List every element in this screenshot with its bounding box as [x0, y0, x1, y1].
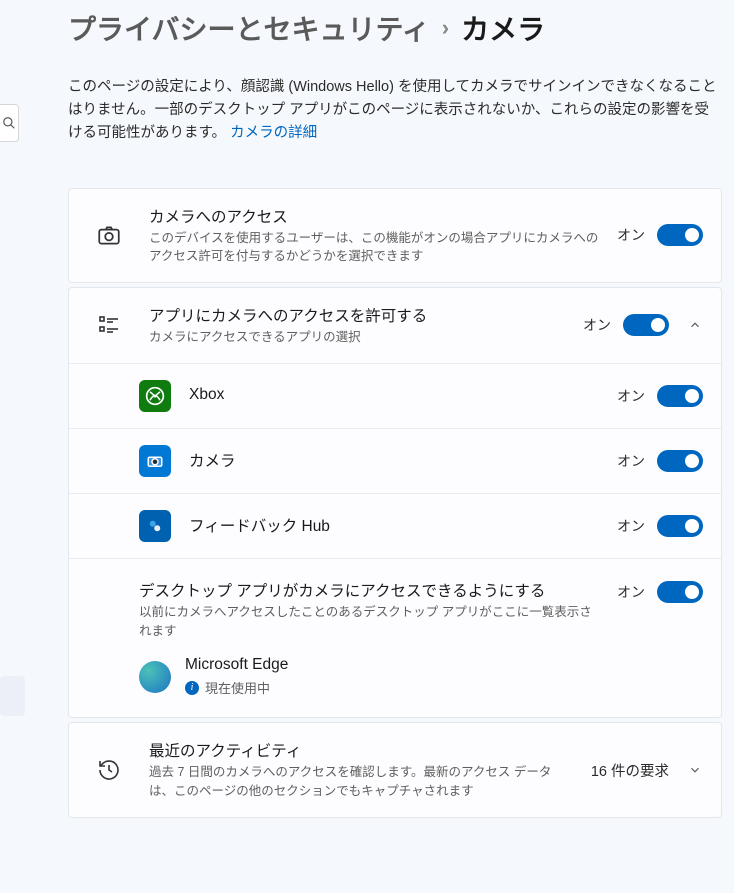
chevron-down-icon[interactable] [687, 762, 703, 778]
xbox-label: Xbox [189, 386, 599, 404]
row-camera-access: カメラへのアクセス このデバイスを使用するユーザーは、この機能がオンの場合アプリ… [69, 189, 721, 283]
camera-app-state: オン [617, 451, 645, 471]
info-icon: i [185, 681, 199, 695]
side-placeholder [0, 676, 25, 716]
apps-access-subtitle: カメラにアクセスできるアプリの選択 [149, 328, 565, 347]
edge-status: i 現在使用中 [185, 678, 288, 697]
card-recent-activity: 最近のアクティビティ 過去 7 日間のカメラへのアクセスを確認します。最新のアク… [68, 722, 722, 818]
xbox-state: オン [617, 386, 645, 406]
edge-icon [139, 661, 171, 693]
row-app-xbox: Xbox オン [69, 363, 721, 428]
recent-subtitle: 過去 7 日間のカメラへのアクセスを確認します。最新のアクセス データは、このペ… [149, 763, 573, 801]
learn-more-link[interactable]: カメラの詳細 [230, 125, 317, 141]
card-camera-access: カメラへのアクセス このデバイスを使用するユーザーは、この機能がオンの場合アプリ… [68, 188, 722, 284]
camera-access-title: カメラへのアクセス [149, 205, 599, 227]
breadcrumb-separator: › [442, 15, 449, 41]
camera-icon [95, 221, 123, 249]
camera-access-subtitle: このデバイスを使用するユーザーは、この機能がオンの場合アプリにカメラへのアクセス… [149, 229, 599, 267]
breadcrumb-current: カメラ [461, 8, 545, 48]
edge-label: Microsoft Edge [185, 656, 288, 674]
card-apps-access: アプリにカメラへのアクセスを許可する カメラにアクセスできるアプリの選択 オン … [68, 287, 722, 718]
desktop-apps-title: デスクトップ アプリがカメラにアクセスできるようにする [139, 579, 599, 601]
feedback-toggle[interactable] [657, 515, 703, 537]
history-icon [95, 756, 123, 784]
xbox-toggle[interactable] [657, 385, 703, 407]
row-apps-access[interactable]: アプリにカメラへのアクセスを許可する カメラにアクセスできるアプリの選択 オン [69, 288, 721, 363]
camera-app-label: カメラ [189, 449, 599, 471]
chevron-up-icon[interactable] [687, 317, 703, 333]
breadcrumb: プライバシーとセキュリティ › カメラ [68, 8, 722, 48]
breadcrumb-parent[interactable]: プライバシーとセキュリティ [68, 8, 430, 48]
camera-access-state: オン [617, 225, 645, 245]
apps-access-toggle[interactable] [623, 314, 669, 336]
recent-count: 16 件の要求 [591, 760, 669, 781]
search-chip[interactable] [0, 104, 19, 142]
row-desktop-apps: デスクトップ アプリがカメラにアクセスできるようにする 以前にカメラへアクセスし… [69, 558, 721, 645]
desktop-apps-toggle[interactable] [657, 581, 703, 603]
recent-title: 最近のアクティビティ [149, 739, 573, 761]
row-app-edge: Microsoft Edge i 現在使用中 [69, 644, 721, 717]
apps-access-state: オン [583, 315, 611, 335]
desktop-apps-state: オン [617, 582, 645, 602]
page-description: このページの設定により、顔認識 (Windows Hello) を使用してカメラ… [68, 76, 722, 146]
camera-app-toggle[interactable] [657, 450, 703, 472]
desktop-apps-subtitle: 以前にカメラへアクセスしたことのあるデスクトップ アプリがここに一覧表示されます [139, 603, 599, 641]
feedback-hub-icon [139, 510, 171, 542]
feedback-label: フィードバック Hub [189, 514, 599, 536]
xbox-icon [139, 380, 171, 412]
apps-list-icon [95, 311, 123, 339]
apps-access-title: アプリにカメラへのアクセスを許可する [149, 304, 565, 326]
row-app-camera: カメラ オン [69, 428, 721, 493]
feedback-state: オン [617, 516, 645, 536]
camera-app-icon [139, 445, 171, 477]
camera-access-toggle[interactable] [657, 224, 703, 246]
search-icon [2, 116, 16, 130]
row-recent-activity[interactable]: 最近のアクティビティ 過去 7 日間のカメラへのアクセスを確認します。最新のアク… [69, 723, 721, 817]
row-app-feedback: フィードバック Hub オン [69, 493, 721, 558]
